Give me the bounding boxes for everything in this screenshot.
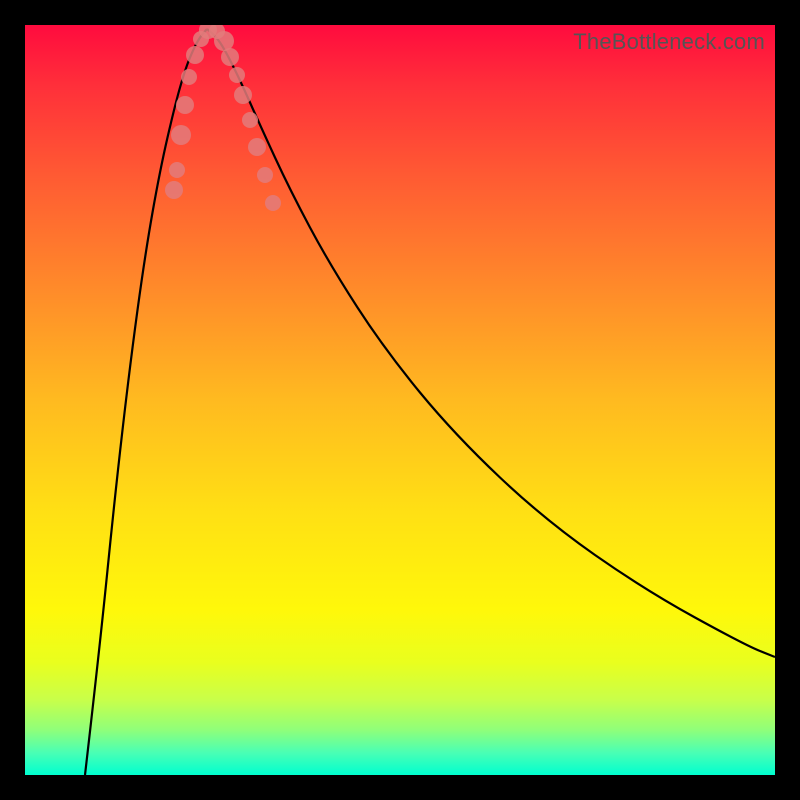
chart-frame: TheBottleneck.com bbox=[0, 0, 800, 800]
curve-right-branch bbox=[207, 29, 775, 657]
marker-2 bbox=[171, 125, 191, 145]
marker-0 bbox=[165, 181, 183, 199]
marker-4 bbox=[181, 69, 197, 85]
chart-svg bbox=[25, 25, 775, 775]
marker-16 bbox=[265, 195, 281, 211]
marker-3 bbox=[176, 96, 194, 114]
data-markers bbox=[165, 25, 281, 211]
marker-14 bbox=[248, 138, 266, 156]
marker-5 bbox=[186, 46, 204, 64]
marker-15 bbox=[257, 167, 273, 183]
marker-10 bbox=[221, 48, 239, 66]
marker-11 bbox=[229, 67, 245, 83]
marker-12 bbox=[234, 86, 252, 104]
plot-area: TheBottleneck.com bbox=[25, 25, 775, 775]
marker-9 bbox=[214, 31, 234, 51]
marker-1 bbox=[169, 162, 185, 178]
marker-13 bbox=[242, 112, 258, 128]
